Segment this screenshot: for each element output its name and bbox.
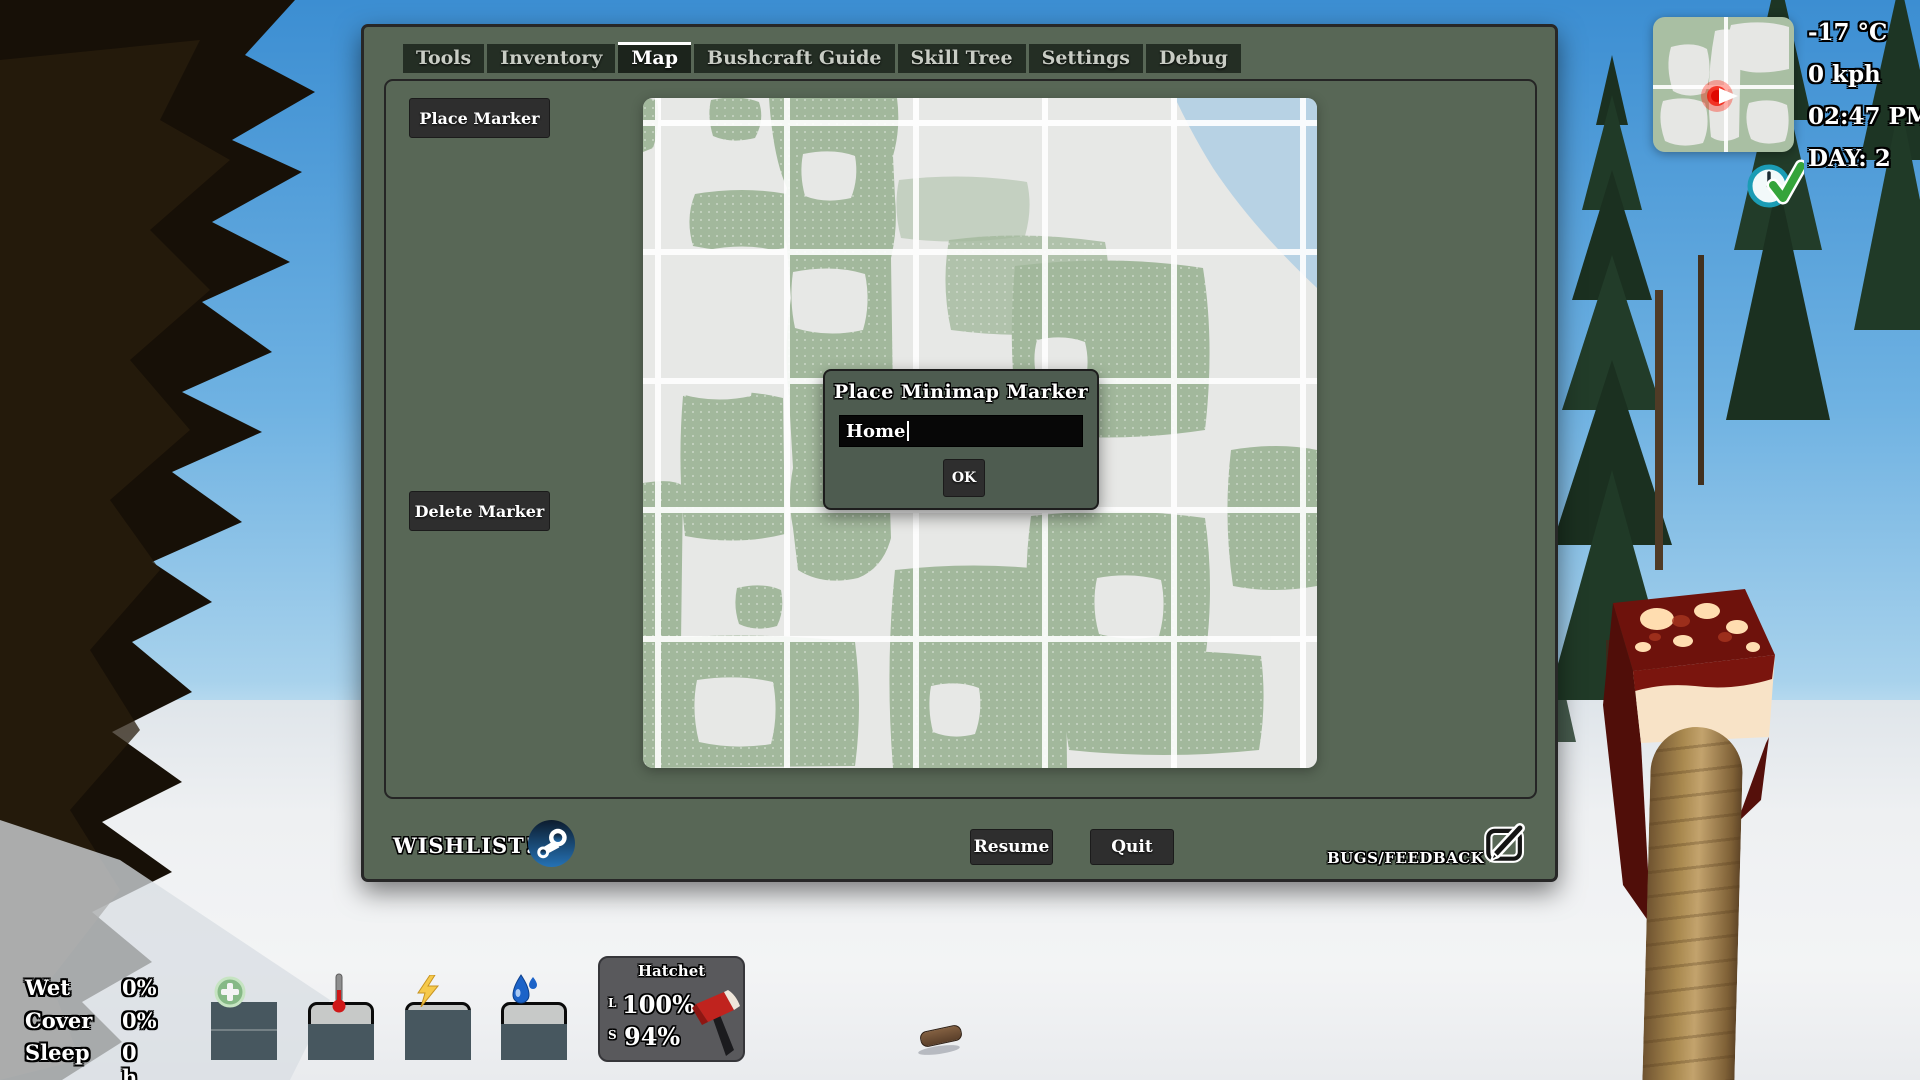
health-bar [211,1002,277,1060]
tab-map[interactable]: Map [618,42,691,73]
tree-silhouette [0,0,400,1080]
item-s-value: 94% [624,1022,680,1051]
place-marker-dialog: Place Minimap Marker Home OK [823,369,1099,510]
marker-name-input[interactable]: Home [839,415,1083,447]
resume-button[interactable]: Resume [970,829,1053,865]
edit-pencil-icon[interactable] [1479,816,1531,868]
delete-marker-button[interactable]: Delete Marker [409,491,550,531]
tab-bushcraft-guide[interactable]: Bushcraft Guide [694,44,894,73]
tab-skill-tree[interactable]: Skill Tree [898,44,1026,73]
wind-speed-value: 0 kph [1808,54,1920,96]
stat-cover: Cover 0% [25,1008,92,1033]
equipped-item-card: Hatchet L 100% S 94% [598,956,745,1062]
pause-menu-panel: Tools Inventory Map Bushcraft Guide Skil… [361,24,1558,882]
tab-bar: Tools Inventory Map Bushcraft Guide Skil… [403,43,1241,73]
item-name: Hatchet [600,962,743,980]
text-caret [907,421,909,441]
bugs-feedback-label[interactable]: BUGS/FEEDBACK [1327,849,1484,867]
stat-wet-label: Wet [25,975,70,1000]
plus-icon [214,976,246,1008]
quit-button[interactable]: Quit [1090,829,1174,865]
lightning-icon [416,975,440,1007]
stat-sleep-value: 0 h [122,1040,137,1080]
tab-tools[interactable]: Tools [403,44,484,73]
game-screen: Tools Inventory Map Bushcraft Guide Skil… [0,0,1920,1080]
hydration-bar [501,1002,567,1060]
clock-check-icon [1744,154,1804,214]
tab-inventory[interactable]: Inventory [487,44,615,73]
item-s-label: S [608,1028,617,1042]
day-value: DAY: 2 [1808,138,1920,180]
item-l-label: L [608,996,616,1010]
water-drop-icon [509,973,539,1007]
time-value: 02:47 PM [1808,96,1920,138]
hatchet-icon [690,990,742,1058]
stat-wet: Wet 0% [25,975,70,1000]
steam-icon[interactable] [527,819,576,868]
weather-hud: -17 °C 0 kph 02:47 PM DAY: 2 [1808,12,1920,180]
place-marker-button[interactable]: Place Marker [409,98,550,138]
axe-viewmodel [1585,585,1805,1080]
item-l-value: 100% [622,990,695,1019]
stat-cover-value: 0% [122,1008,157,1033]
minimap [1653,17,1794,152]
stat-wet-value: 0% [122,975,157,1000]
wishlist-label: WISHLIST! [393,833,535,858]
warmth-bar [308,1002,374,1060]
dialog-title: Place Minimap Marker [825,381,1097,403]
temperature-value: -17 °C [1808,12,1920,54]
stat-sleep-label: Sleep [25,1040,90,1065]
tab-settings[interactable]: Settings [1029,44,1143,73]
marker-name-value: Home [846,421,906,442]
thermometer-icon [331,972,347,1014]
energy-bar [405,1002,471,1060]
stat-sleep: Sleep 0 h [25,1040,90,1065]
tab-debug[interactable]: Debug [1146,44,1241,73]
stat-cover-label: Cover [25,1008,92,1033]
ok-button[interactable]: OK [943,459,985,497]
axe-handle [1642,726,1743,1080]
